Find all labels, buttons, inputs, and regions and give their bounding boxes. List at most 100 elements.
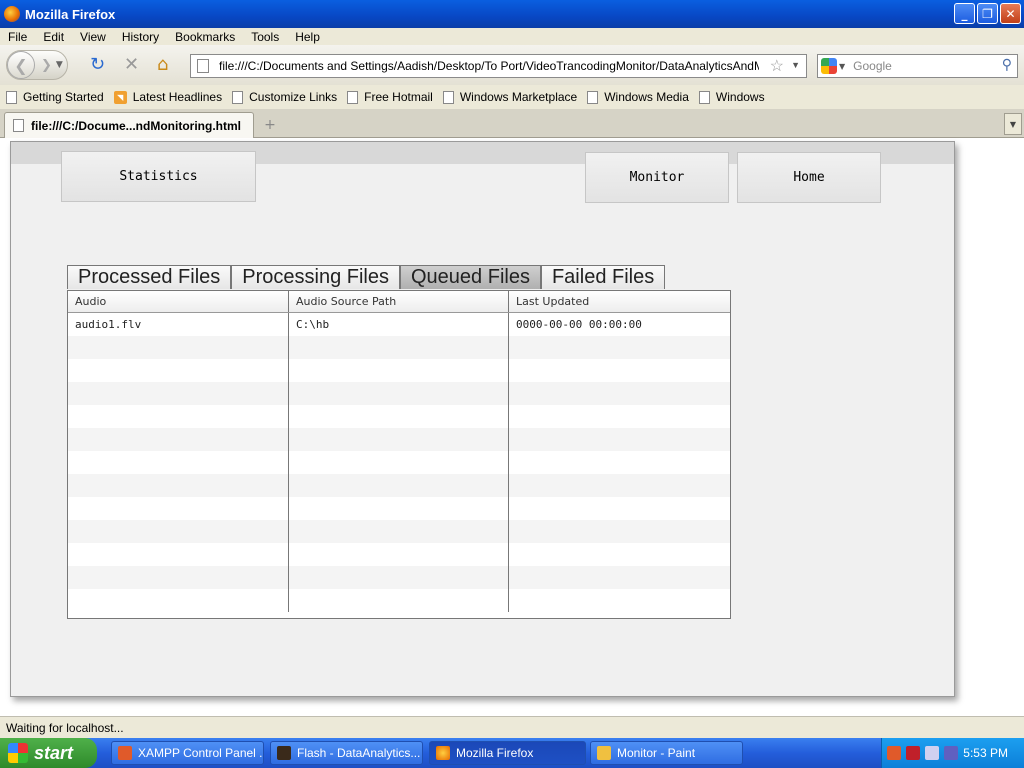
table-cell: [68, 589, 289, 612]
windows-taskbar: start XAMPP Control Panel ... Flash - Da…: [0, 738, 1024, 768]
back-button[interactable]: ❮: [7, 51, 35, 79]
table-row[interactable]: [68, 520, 730, 543]
menu-view[interactable]: View: [72, 30, 114, 44]
table-cell: [509, 520, 730, 543]
taskbar-item-label: Monitor - Paint: [617, 746, 696, 760]
grid-body: audio1.flv C:\hb 0000-00-00 00:00:00: [68, 313, 730, 612]
table-row[interactable]: [68, 474, 730, 497]
table-cell: [68, 336, 289, 359]
table-cell: [289, 566, 509, 589]
table-row[interactable]: [68, 382, 730, 405]
table-cell: [289, 428, 509, 451]
table-cell: C:\hb: [289, 313, 509, 336]
column-header-audio-source-path[interactable]: Audio Source Path: [289, 291, 509, 312]
table-cell: [68, 520, 289, 543]
table-cell: [289, 520, 509, 543]
table-row[interactable]: [68, 405, 730, 428]
bookmark-windows-marketplace[interactable]: Windows Marketplace: [442, 90, 577, 104]
close-button[interactable]: ✕: [1000, 3, 1021, 24]
engine-dropdown-icon[interactable]: ▼: [839, 62, 845, 71]
column-header-audio[interactable]: Audio: [68, 291, 289, 312]
table-cell: [68, 359, 289, 382]
window-titlebar: Mozilla Firefox _ ❐ ✕: [0, 0, 1024, 28]
address-bar[interactable]: file:///C:/Documents and Settings/Aadish…: [190, 54, 807, 78]
menu-file[interactable]: File: [0, 30, 35, 44]
table-row[interactable]: [68, 336, 730, 359]
menu-edit[interactable]: Edit: [35, 30, 72, 44]
tab-processed-files[interactable]: Processed Files: [67, 265, 232, 289]
forward-button[interactable]: ❯: [41, 58, 52, 73]
bookmark-free-hotmail[interactable]: Free Hotmail: [347, 90, 433, 104]
taskbar-item-flash[interactable]: Flash - DataAnalytics...: [270, 741, 423, 765]
reload-icon[interactable]: ↻: [90, 56, 105, 74]
taskbar-item-firefox[interactable]: Mozilla Firefox: [429, 741, 586, 765]
table-row[interactable]: [68, 543, 730, 566]
xampp-tray-icon[interactable]: [887, 746, 901, 760]
home-button[interactable]: Home: [737, 152, 881, 203]
menu-history[interactable]: History: [114, 30, 167, 44]
start-button[interactable]: start: [0, 738, 97, 768]
tab-list-dropdown-icon[interactable]: ▼: [1004, 113, 1022, 135]
network-icon[interactable]: [925, 746, 939, 760]
home-icon[interactable]: ⌂: [157, 56, 168, 74]
stop-icon[interactable]: ✕: [124, 56, 139, 74]
table-cell: [289, 336, 509, 359]
menu-help[interactable]: Help: [287, 30, 328, 44]
tab-queued-files[interactable]: Queued Files: [400, 265, 541, 289]
search-input[interactable]: Google: [853, 59, 892, 73]
table-row[interactable]: [68, 451, 730, 474]
bookmark-customize-links[interactable]: Customize Links: [232, 90, 337, 104]
taskbar-item-label: XAMPP Control Panel ...: [138, 746, 264, 760]
table-cell: [68, 566, 289, 589]
new-tab-button[interactable]: +: [258, 114, 282, 136]
taskbar-item-paint[interactable]: Monitor - Paint: [590, 741, 743, 765]
page-icon: [13, 119, 24, 132]
page-content: Statistics Monitor Home Processed Files …: [0, 139, 1024, 716]
menu-tools[interactable]: Tools: [243, 30, 287, 44]
rss-feed-icon: ◥: [113, 90, 127, 104]
maximize-button[interactable]: ❐: [977, 3, 998, 24]
table-cell: [68, 405, 289, 428]
menu-bookmarks[interactable]: Bookmarks: [167, 30, 243, 44]
page-icon: [6, 90, 17, 104]
table-cell: [68, 474, 289, 497]
statistics-button[interactable]: Statistics: [61, 151, 256, 202]
history-dropdown-icon[interactable]: ▼: [56, 60, 63, 70]
table-cell: [509, 566, 730, 589]
monitor-button[interactable]: Monitor: [585, 152, 729, 203]
table-row[interactable]: [68, 497, 730, 520]
column-header-last-updated[interactable]: Last Updated: [509, 291, 730, 312]
table-row[interactable]: [68, 359, 730, 382]
security-shield-icon[interactable]: [906, 746, 920, 760]
bookmark-star-icon[interactable]: ☆: [770, 56, 784, 76]
bookmark-windows-media[interactable]: Windows Media: [587, 90, 689, 104]
google-engine-icon[interactable]: [821, 58, 837, 74]
grid-header: Audio Audio Source Path Last Updated: [68, 291, 730, 313]
tab-failed-files[interactable]: Failed Files: [540, 265, 666, 289]
taskbar-item-xampp[interactable]: XAMPP Control Panel ...: [111, 741, 264, 765]
table-row[interactable]: [68, 428, 730, 451]
bookmark-getting-started[interactable]: Getting Started: [6, 90, 104, 104]
url-dropdown-icon[interactable]: ▼: [791, 60, 800, 70]
search-box[interactable]: ▼ Google ⚲: [817, 54, 1018, 78]
battery-icon[interactable]: [944, 746, 958, 760]
table-cell: [509, 336, 730, 359]
browser-tab[interactable]: file:///C:/Docume...ndMonitoring.html: [4, 112, 254, 138]
table-cell: [509, 474, 730, 497]
table-cell: [68, 497, 289, 520]
page-icon: [232, 90, 244, 104]
bookmark-label: Getting Started: [23, 90, 104, 104]
search-icon[interactable]: ⚲: [1002, 57, 1012, 73]
bookmark-windows[interactable]: Windows: [698, 90, 765, 104]
minimize-button[interactable]: _: [954, 3, 975, 24]
table-cell: [289, 543, 509, 566]
table-cell: [68, 543, 289, 566]
table-row[interactable]: [68, 566, 730, 589]
table-row[interactable]: audio1.flv C:\hb 0000-00-00 00:00:00: [68, 313, 730, 336]
bookmark-latest-headlines[interactable]: ◥ Latest Headlines: [113, 90, 222, 104]
table-cell: [509, 451, 730, 474]
table-row[interactable]: [68, 589, 730, 612]
flash-icon: [277, 746, 291, 760]
tab-processing-files[interactable]: Processing Files: [231, 265, 400, 289]
table-cell: [289, 359, 509, 382]
